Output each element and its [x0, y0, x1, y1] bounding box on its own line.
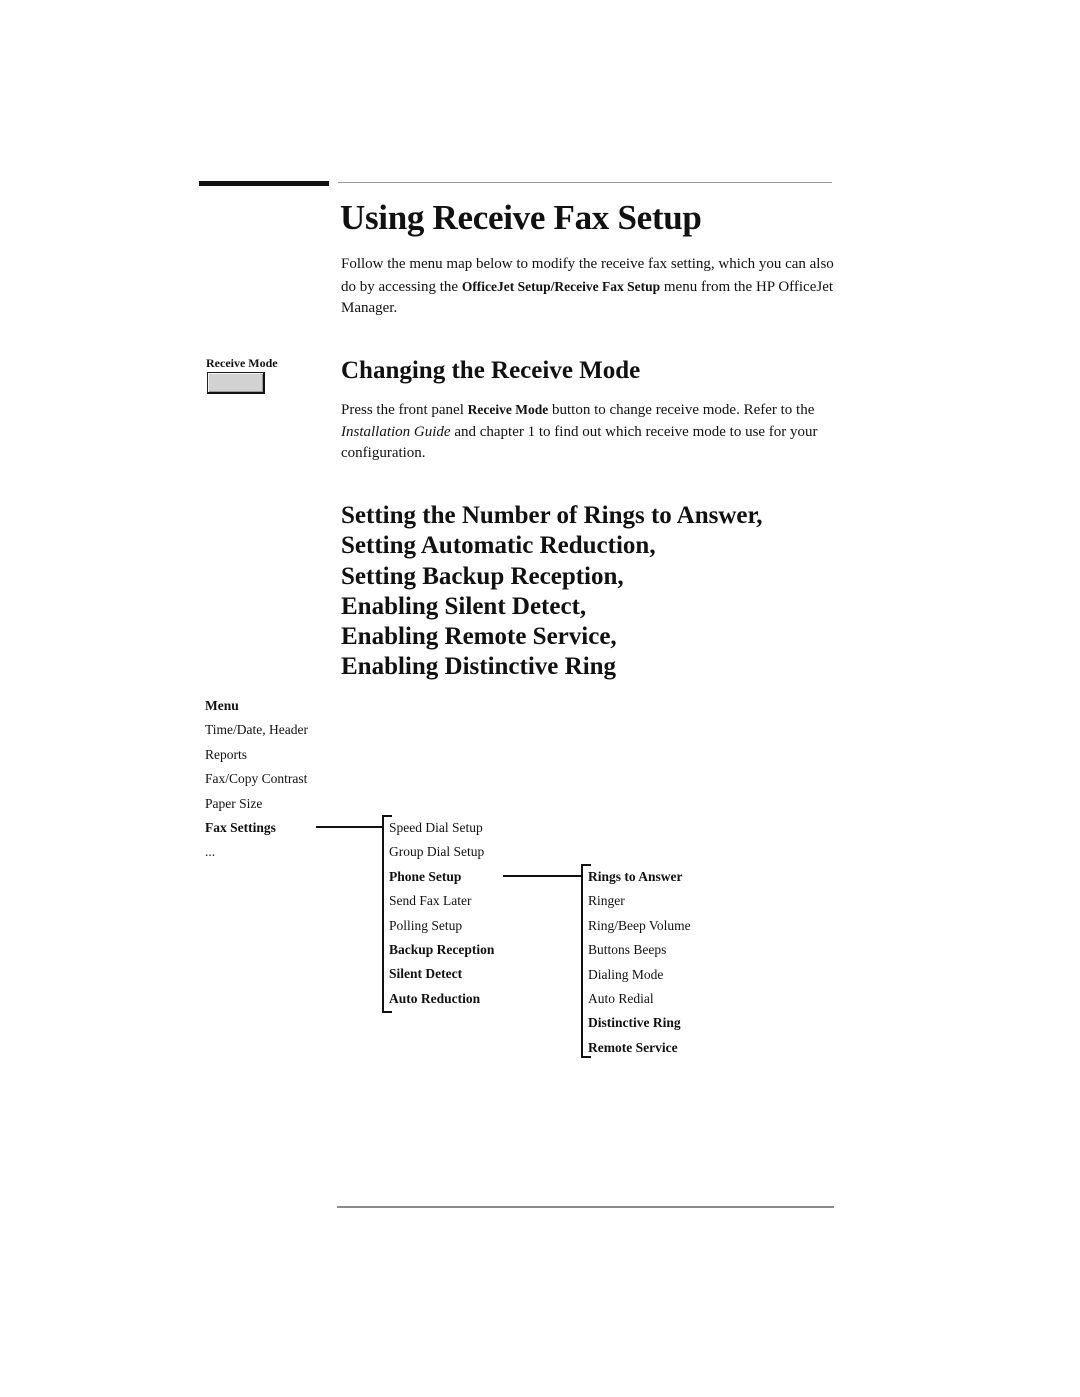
connector-line	[503, 875, 583, 877]
intro-paragraph: Follow the menu map below to modify the …	[341, 254, 841, 320]
footer-rule	[337, 1206, 834, 1208]
menu-item: Time/Date, Header	[205, 722, 308, 738]
connector-line	[316, 826, 384, 828]
para-text: Press the front panel	[341, 402, 468, 418]
heading-line: Enabling Distinctive Ring	[341, 653, 617, 681]
menu-item-silent-detect: Silent Detect	[389, 966, 463, 982]
receive-mode-paragraph: Press the front panel Receive Mode butto…	[341, 399, 841, 465]
header-rule-thin	[338, 182, 832, 183]
menu-item: Polling Setup	[389, 917, 463, 933]
menu-item: Ring/Beep Volume	[588, 917, 691, 933]
receive-mode-button-icon	[207, 372, 265, 394]
para-bold-button-name: Receive Mode	[467, 402, 549, 417]
header-rule-thick	[199, 181, 329, 186]
menu-item-auto-reduction: Auto Reduction	[389, 990, 481, 1006]
intro-menu-path: OfficeJet Setup/Receive Fax Setup	[461, 278, 661, 294]
section-heading-settings: Setting the Number of Rings to Answer, S…	[341, 501, 763, 683]
heading-line: Setting the Number of Rings to Answer,	[341, 502, 763, 529]
menu-item: Buttons Beeps	[588, 942, 667, 958]
menu-item: Auto Redial	[588, 991, 654, 1007]
menu-map-root: Menu Time/Date, Header Reports Fax/Copy …	[205, 694, 308, 865]
heading-line: Enabling Silent Detect,	[341, 592, 587, 620]
menu-item: Ringer	[588, 893, 625, 909]
menu-item: Speed Dial Setup	[389, 820, 483, 835]
para-text: button to change receive mode. Refer to …	[548, 402, 815, 418]
menu-map-phone-setup: Rings to Answer Ringer Ring/Beep Volume …	[588, 865, 691, 1060]
menu-header: Menu	[205, 698, 239, 713]
menu-map-fax-settings: Speed Dial Setup Group Dial Setup Phone …	[389, 816, 494, 1011]
menu-item: Reports	[205, 746, 247, 762]
section-heading-receive-mode: Changing the Receive Mode	[341, 357, 641, 384]
menu-item: Send Fax Later	[389, 893, 472, 909]
heading-line: Enabling Remote Service,	[341, 623, 617, 651]
receive-mode-button-label: Receive Mode	[206, 356, 278, 370]
menu-item-distinctive-ring: Distinctive Ring	[588, 1015, 681, 1031]
menu-item-remote-service: Remote Service	[588, 1039, 678, 1055]
menu-item-ellipsis: ...	[205, 844, 216, 860]
menu-item-fax-settings: Fax Settings	[205, 820, 276, 836]
para-italic-guide: Installation Guide	[341, 423, 451, 440]
heading-line: Setting Backup Reception,	[341, 562, 624, 590]
menu-item: Paper Size	[205, 795, 263, 811]
heading-line: Setting Automatic Reduction,	[341, 532, 656, 560]
menu-item: Dialing Mode	[588, 966, 664, 982]
menu-item-rings-to-answer: Rings to Answer	[588, 869, 683, 884]
menu-item: Fax/Copy Contrast	[205, 771, 308, 787]
menu-item: Group Dial Setup	[389, 844, 485, 860]
menu-item-backup-reception: Backup Reception	[389, 942, 495, 958]
page-title: Using Receive Fax Setup	[340, 198, 702, 237]
menu-item-phone-setup: Phone Setup	[389, 868, 462, 884]
